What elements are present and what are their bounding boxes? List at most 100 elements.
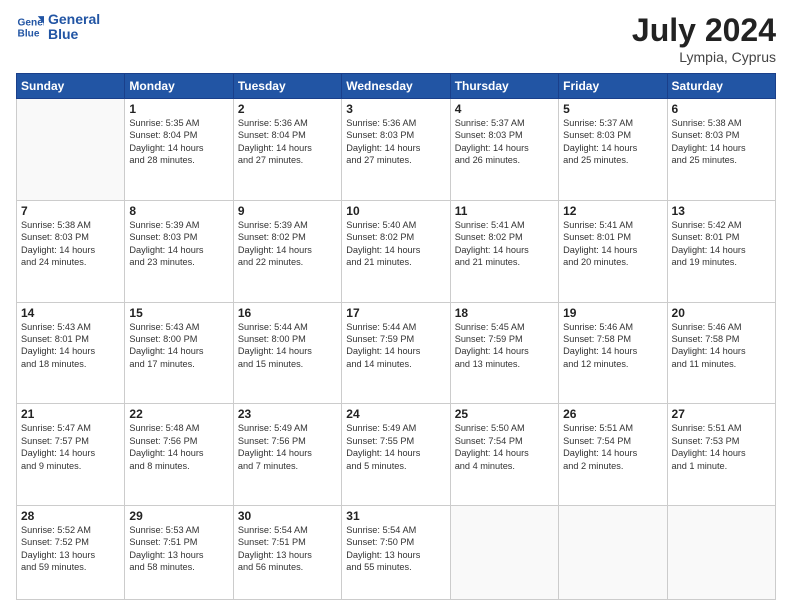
week-row-1: 1Sunrise: 5:35 AMSunset: 8:04 PMDaylight… bbox=[17, 99, 776, 201]
calendar-cell: 11Sunrise: 5:41 AMSunset: 8:02 PMDayligh… bbox=[450, 200, 558, 302]
calendar-cell: 23Sunrise: 5:49 AMSunset: 7:56 PMDayligh… bbox=[233, 404, 341, 506]
cell-line: Sunrise: 5:39 AM bbox=[129, 219, 228, 231]
cell-line: Sunrise: 5:49 AM bbox=[238, 422, 337, 434]
cell-line: Daylight: 14 hours bbox=[672, 447, 771, 459]
cell-line: Sunset: 7:54 PM bbox=[563, 435, 662, 447]
cell-line: and 25 minutes. bbox=[672, 154, 771, 166]
cell-line: Sunrise: 5:38 AM bbox=[672, 117, 771, 129]
cell-line: Sunset: 7:55 PM bbox=[346, 435, 445, 447]
cell-line: Sunrise: 5:46 AM bbox=[672, 321, 771, 333]
cell-line: and 1 minute. bbox=[672, 460, 771, 472]
cell-line: Sunrise: 5:41 AM bbox=[563, 219, 662, 231]
col-header-tuesday: Tuesday bbox=[233, 74, 341, 99]
cell-line: Sunrise: 5:53 AM bbox=[129, 524, 228, 536]
week-row-4: 21Sunrise: 5:47 AMSunset: 7:57 PMDayligh… bbox=[17, 404, 776, 506]
day-number: 27 bbox=[672, 407, 771, 421]
cell-line: Sunset: 8:03 PM bbox=[455, 129, 554, 141]
cell-line: Daylight: 14 hours bbox=[21, 345, 120, 357]
cell-line: Sunrise: 5:40 AM bbox=[346, 219, 445, 231]
cell-line: Sunrise: 5:45 AM bbox=[455, 321, 554, 333]
cell-line: Sunrise: 5:41 AM bbox=[455, 219, 554, 231]
cell-line: Sunset: 8:02 PM bbox=[346, 231, 445, 243]
cell-line: and 21 minutes. bbox=[455, 256, 554, 268]
cell-line: and 24 minutes. bbox=[21, 256, 120, 268]
cell-line: Sunset: 7:54 PM bbox=[455, 435, 554, 447]
cell-line: and 55 minutes. bbox=[346, 561, 445, 573]
calendar-cell: 8Sunrise: 5:39 AMSunset: 8:03 PMDaylight… bbox=[125, 200, 233, 302]
cell-line: Sunset: 8:03 PM bbox=[672, 129, 771, 141]
calendar-cell: 21Sunrise: 5:47 AMSunset: 7:57 PMDayligh… bbox=[17, 404, 125, 506]
cell-line: and 8 minutes. bbox=[129, 460, 228, 472]
cell-line: Sunset: 7:56 PM bbox=[238, 435, 337, 447]
cell-line: and 59 minutes. bbox=[21, 561, 120, 573]
day-number: 23 bbox=[238, 407, 337, 421]
cell-line: and 4 minutes. bbox=[455, 460, 554, 472]
day-number: 10 bbox=[346, 204, 445, 218]
calendar-cell: 16Sunrise: 5:44 AMSunset: 8:00 PMDayligh… bbox=[233, 302, 341, 404]
cell-line: Daylight: 13 hours bbox=[346, 549, 445, 561]
cell-line: Sunset: 8:02 PM bbox=[238, 231, 337, 243]
cell-line: and 56 minutes. bbox=[238, 561, 337, 573]
cell-line: Daylight: 14 hours bbox=[672, 244, 771, 256]
col-header-monday: Monday bbox=[125, 74, 233, 99]
cell-line: Daylight: 14 hours bbox=[346, 244, 445, 256]
calendar-cell: 9Sunrise: 5:39 AMSunset: 8:02 PMDaylight… bbox=[233, 200, 341, 302]
calendar-cell: 31Sunrise: 5:54 AMSunset: 7:50 PMDayligh… bbox=[342, 506, 450, 600]
cell-line: Sunrise: 5:37 AM bbox=[455, 117, 554, 129]
cell-line: Sunset: 7:53 PM bbox=[672, 435, 771, 447]
cell-line: and 15 minutes. bbox=[238, 358, 337, 370]
cell-line: and 21 minutes. bbox=[346, 256, 445, 268]
cell-line: Sunset: 7:59 PM bbox=[455, 333, 554, 345]
logo-icon: General Blue bbox=[16, 13, 44, 41]
cell-line: and 28 minutes. bbox=[129, 154, 228, 166]
page: General Blue General Blue July 2024 Lymp… bbox=[0, 0, 792, 612]
calendar-cell bbox=[667, 506, 775, 600]
title-block: July 2024 Lympia, Cyprus bbox=[632, 12, 776, 65]
cell-line: Sunset: 7:51 PM bbox=[129, 536, 228, 548]
calendar-header-row: SundayMondayTuesdayWednesdayThursdayFrid… bbox=[17, 74, 776, 99]
cell-line: Sunrise: 5:43 AM bbox=[21, 321, 120, 333]
cell-line: Daylight: 14 hours bbox=[563, 447, 662, 459]
cell-line: Daylight: 13 hours bbox=[129, 549, 228, 561]
calendar-cell: 15Sunrise: 5:43 AMSunset: 8:00 PMDayligh… bbox=[125, 302, 233, 404]
col-header-sunday: Sunday bbox=[17, 74, 125, 99]
day-number: 3 bbox=[346, 102, 445, 116]
cell-line: Sunrise: 5:51 AM bbox=[563, 422, 662, 434]
cell-line: Sunrise: 5:39 AM bbox=[238, 219, 337, 231]
cell-line: Daylight: 14 hours bbox=[346, 447, 445, 459]
cell-line: Daylight: 13 hours bbox=[21, 549, 120, 561]
day-number: 28 bbox=[21, 509, 120, 523]
cell-line: and 19 minutes. bbox=[672, 256, 771, 268]
day-number: 14 bbox=[21, 306, 120, 320]
cell-line: Daylight: 14 hours bbox=[21, 244, 120, 256]
week-row-3: 14Sunrise: 5:43 AMSunset: 8:01 PMDayligh… bbox=[17, 302, 776, 404]
week-row-2: 7Sunrise: 5:38 AMSunset: 8:03 PMDaylight… bbox=[17, 200, 776, 302]
cell-line: Daylight: 14 hours bbox=[238, 345, 337, 357]
day-number: 24 bbox=[346, 407, 445, 421]
day-number: 7 bbox=[21, 204, 120, 218]
cell-line: Daylight: 14 hours bbox=[346, 142, 445, 154]
cell-line: and 12 minutes. bbox=[563, 358, 662, 370]
cell-line: Daylight: 14 hours bbox=[129, 142, 228, 154]
cell-line: Daylight: 14 hours bbox=[129, 244, 228, 256]
cell-line: and 23 minutes. bbox=[129, 256, 228, 268]
col-header-friday: Friday bbox=[559, 74, 667, 99]
cell-line: Sunset: 7:50 PM bbox=[346, 536, 445, 548]
cell-line: Sunrise: 5:47 AM bbox=[21, 422, 120, 434]
calendar-cell: 13Sunrise: 5:42 AMSunset: 8:01 PMDayligh… bbox=[667, 200, 775, 302]
cell-line: Sunrise: 5:52 AM bbox=[21, 524, 120, 536]
cell-line: Daylight: 13 hours bbox=[238, 549, 337, 561]
calendar-cell: 30Sunrise: 5:54 AMSunset: 7:51 PMDayligh… bbox=[233, 506, 341, 600]
cell-line: Daylight: 14 hours bbox=[563, 244, 662, 256]
calendar-cell: 12Sunrise: 5:41 AMSunset: 8:01 PMDayligh… bbox=[559, 200, 667, 302]
cell-line: and 27 minutes. bbox=[238, 154, 337, 166]
calendar-cell: 3Sunrise: 5:36 AMSunset: 8:03 PMDaylight… bbox=[342, 99, 450, 201]
cell-line: Daylight: 14 hours bbox=[455, 447, 554, 459]
cell-line: Sunrise: 5:35 AM bbox=[129, 117, 228, 129]
calendar-cell: 17Sunrise: 5:44 AMSunset: 7:59 PMDayligh… bbox=[342, 302, 450, 404]
day-number: 2 bbox=[238, 102, 337, 116]
cell-line: and 9 minutes. bbox=[21, 460, 120, 472]
cell-line: Daylight: 14 hours bbox=[238, 142, 337, 154]
cell-line: and 14 minutes. bbox=[346, 358, 445, 370]
cell-line: Daylight: 14 hours bbox=[129, 447, 228, 459]
